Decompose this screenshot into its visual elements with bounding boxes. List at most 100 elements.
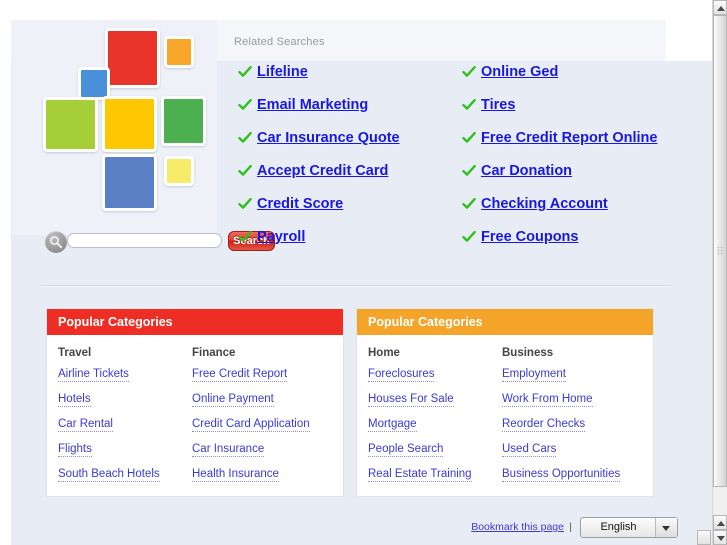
category-link[interactable]: Used Cars bbox=[502, 443, 557, 457]
check-icon bbox=[238, 65, 252, 79]
panel-body: Travel Airline Tickets Hotels Car Rental Fli… bbox=[47, 335, 343, 496]
language-select-value: English bbox=[600, 521, 637, 533]
magnifier-icon bbox=[45, 231, 67, 253]
related-search-item[interactable]: Tires bbox=[462, 95, 687, 128]
related-search-link[interactable]: Checking Account bbox=[481, 194, 608, 214]
site-logo[interactable] bbox=[40, 24, 215, 229]
chevron-down-icon[interactable] bbox=[655, 518, 677, 537]
check-icon bbox=[238, 98, 252, 112]
category-link[interactable]: Airline Tickets bbox=[58, 368, 129, 382]
related-search-item[interactable]: Car Insurance Quote bbox=[238, 128, 453, 161]
logo-tile bbox=[164, 156, 194, 186]
check-icon bbox=[462, 164, 476, 178]
related-search-link[interactable]: Tires bbox=[481, 95, 515, 115]
category-link[interactable]: Real Estate Training bbox=[368, 468, 472, 482]
category-group-title: Finance bbox=[192, 347, 236, 359]
category-group: Business Employment Work From Home Reorder … bbox=[502, 347, 636, 482]
category-group-title: Business bbox=[502, 347, 554, 359]
check-icon bbox=[462, 230, 476, 244]
search-input[interactable] bbox=[67, 233, 222, 248]
related-search-link[interactable]: Online Ged bbox=[481, 62, 558, 82]
panel-body: Home Foreclosures Houses For Sale Mortgage P… bbox=[357, 335, 653, 496]
logo-tile bbox=[43, 97, 98, 152]
category-group: Travel Airline Tickets Hotels Car Rental Fli… bbox=[58, 347, 192, 482]
related-searches-right-column: Online Ged Tires Free Credit Report Online… bbox=[462, 62, 687, 260]
check-icon bbox=[238, 164, 252, 178]
header-panel-tail bbox=[666, 20, 712, 61]
popular-categories-panel: Popular Categories Travel Airline Tickets… bbox=[46, 308, 344, 497]
related-searches-title: Related Searches bbox=[234, 36, 325, 48]
category-link[interactable]: People Search bbox=[368, 443, 444, 457]
category-link[interactable]: Health Insurance bbox=[192, 468, 279, 482]
footer-separator: | bbox=[569, 521, 572, 533]
related-search-link[interactable]: Credit Score bbox=[257, 194, 343, 214]
page-footer: Bookmark this page | English bbox=[0, 517, 700, 539]
scroll-up-button[interactable] bbox=[713, 0, 727, 15]
check-icon bbox=[462, 65, 476, 79]
related-search-link[interactable]: Car Donation bbox=[481, 161, 572, 181]
scroll-up-button-secondary[interactable] bbox=[713, 515, 727, 530]
header-white-strip bbox=[11, 0, 712, 20]
check-icon bbox=[462, 131, 476, 145]
check-icon bbox=[238, 230, 252, 244]
category-link[interactable]: Houses For Sale bbox=[368, 393, 454, 407]
category-link[interactable]: Foreclosures bbox=[368, 368, 435, 382]
bookmark-this-page-link[interactable]: Bookmark this page bbox=[471, 521, 564, 533]
check-icon bbox=[462, 98, 476, 112]
category-link[interactable]: Hotels bbox=[58, 393, 91, 407]
category-link[interactable]: Credit Card Application bbox=[192, 418, 310, 432]
category-group-title: Travel bbox=[58, 347, 92, 359]
related-search-item[interactable]: Lifeline bbox=[238, 62, 453, 95]
scroll-down-button[interactable] bbox=[713, 530, 727, 545]
related-search-item[interactable]: Car Donation bbox=[462, 161, 687, 194]
related-search-link[interactable]: Free Coupons bbox=[481, 227, 578, 247]
category-link[interactable]: Flights bbox=[58, 443, 92, 457]
category-link[interactable]: Online Payment bbox=[192, 393, 274, 407]
related-search-item[interactable]: Free Coupons bbox=[462, 227, 687, 260]
related-search-link[interactable]: Free Credit Report Online bbox=[481, 128, 657, 148]
related-search-item[interactable]: Checking Account bbox=[462, 194, 687, 227]
logo-tile bbox=[164, 36, 194, 68]
panel-header-title: Popular Categories bbox=[357, 309, 653, 335]
vertical-scrollbar[interactable] bbox=[712, 0, 727, 545]
related-search-link[interactable]: Car Insurance Quote bbox=[257, 128, 400, 148]
category-group-title: Home bbox=[368, 347, 400, 359]
popular-categories-panel: Popular Categories Home Foreclosures House… bbox=[356, 308, 654, 497]
logo-tile bbox=[102, 96, 157, 152]
check-icon bbox=[238, 197, 252, 211]
category-group: Finance Free Credit Report Online Payment C… bbox=[192, 347, 326, 482]
related-search-item[interactable]: Accept Credit Card bbox=[238, 161, 453, 194]
panel-header-title: Popular Categories bbox=[47, 309, 343, 335]
related-search-link[interactable]: Accept Credit Card bbox=[257, 161, 388, 181]
related-search-link[interactable]: Payroll bbox=[257, 227, 305, 247]
logo-tile bbox=[102, 154, 157, 211]
search-box[interactable]: Search bbox=[45, 231, 275, 253]
related-search-link[interactable]: Email Marketing bbox=[257, 95, 368, 115]
check-icon bbox=[238, 131, 252, 145]
section-divider bbox=[41, 285, 671, 287]
language-select[interactable]: English bbox=[580, 517, 678, 538]
related-search-link[interactable]: Lifeline bbox=[257, 62, 308, 82]
category-link[interactable]: Employment bbox=[502, 368, 566, 382]
related-search-item[interactable]: Credit Score bbox=[238, 194, 453, 227]
related-search-item[interactable]: Email Marketing bbox=[238, 95, 453, 128]
category-link[interactable]: Business Opportunities bbox=[502, 468, 621, 482]
related-search-item[interactable]: Online Ged bbox=[462, 62, 687, 95]
category-link[interactable]: Free Credit Report bbox=[192, 368, 288, 382]
category-link[interactable]: South Beach Hotels bbox=[58, 468, 160, 482]
logo-tile bbox=[105, 28, 160, 88]
browser-viewport: Search Related Searches Lifeline Email Ma… bbox=[0, 0, 712, 545]
scrollbar-corner bbox=[697, 530, 711, 545]
category-link[interactable]: Reorder Checks bbox=[502, 418, 586, 432]
logo-tile bbox=[161, 96, 206, 146]
category-group: Home Foreclosures Houses For Sale Mortgage P… bbox=[368, 347, 502, 482]
related-searches-left-column: Lifeline Email Marketing Car Insurance Quo… bbox=[238, 62, 453, 260]
category-link[interactable]: Car Insurance bbox=[192, 443, 265, 457]
category-link[interactable]: Car Rental bbox=[58, 418, 113, 432]
check-icon bbox=[462, 197, 476, 211]
scrollbar-thumb[interactable] bbox=[713, 15, 727, 487]
category-link[interactable]: Work From Home bbox=[502, 393, 593, 407]
category-link[interactable]: Mortgage bbox=[368, 418, 417, 432]
related-search-item[interactable]: Free Credit Report Online bbox=[462, 128, 687, 161]
related-search-item[interactable]: Payroll bbox=[238, 227, 453, 260]
